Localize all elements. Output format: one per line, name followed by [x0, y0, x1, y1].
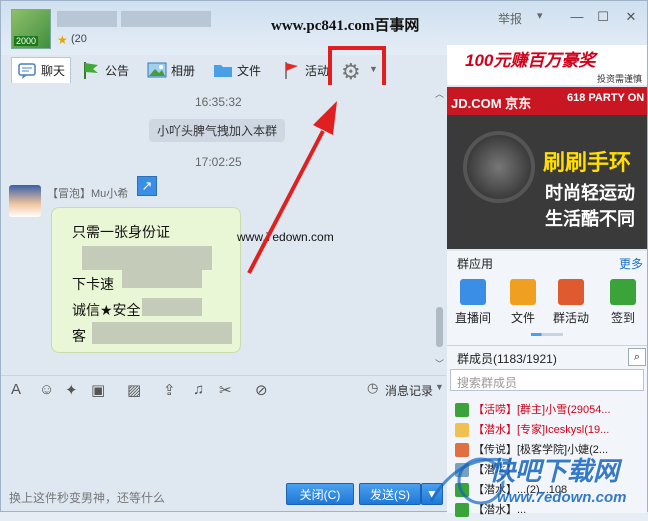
block-icon[interactable]: ⊘	[255, 381, 268, 399]
folder-icon	[510, 279, 536, 305]
ad-banner-top[interactable]: 100元赚百万豪奖 投资需谨慎	[447, 45, 647, 85]
input-toolbar: A ☺ ✦ ▣ ▨ ⇪ ♫ ✂ ⊘ ◷ 消息记录 ▼	[1, 375, 446, 403]
watermark-text: 快吧下载网	[489, 456, 620, 486]
jd-logo-text: JD.COM 京东	[451, 96, 532, 111]
checkmark-icon	[610, 279, 636, 305]
ad-line: 时尚轻运动	[545, 183, 635, 203]
emoji-icon[interactable]: ☺	[39, 381, 54, 398]
upload-icon[interactable]: ⇪	[163, 381, 176, 399]
message-input[interactable]	[1, 403, 446, 479]
gift-icon[interactable]: ▣	[91, 381, 105, 399]
apps-title: 群应用	[457, 257, 494, 271]
music-icon[interactable]: ♫	[193, 381, 204, 398]
history-button[interactable]: 消息记录	[385, 382, 433, 399]
app-label: 签到	[610, 311, 635, 325]
close-button[interactable]: 关闭(C)	[286, 483, 354, 505]
ad-hint[interactable]: 换上这件秒变男神，还等什么	[9, 489, 165, 506]
more-link[interactable]: 更多	[619, 255, 643, 272]
member-icon	[455, 403, 469, 418]
app-label: 直播间	[454, 311, 491, 325]
member-name: 【活唠】[群主]小雪(29054...	[473, 404, 611, 416]
members-title: 群成员(1183/1921)	[457, 352, 557, 366]
app-live[interactable]: 直播间	[453, 279, 493, 326]
ad-line: 刷刷手环	[543, 150, 632, 175]
watermark-url: www.7edown.com	[497, 489, 627, 506]
member-name: 【潜水】[专家]Iceskysl(19...	[473, 424, 610, 436]
send-button[interactable]: 发送(S)	[359, 483, 421, 505]
app-files[interactable]: 文件	[503, 279, 543, 326]
search-input[interactable]: 搜索群成员	[450, 369, 644, 391]
chevron-down-icon[interactable]: ▼	[435, 382, 444, 392]
app-activity[interactable]: 群活动	[551, 279, 591, 326]
search-icon[interactable]: ⌕	[628, 348, 646, 366]
list-item[interactable]: 【活唠】[群主]小雪(29054...	[455, 401, 611, 421]
page-indicator[interactable]	[531, 333, 563, 336]
app-label: 群活动	[552, 311, 589, 325]
image-icon[interactable]: ▨	[127, 381, 141, 399]
member-icon	[455, 423, 469, 438]
chat-window: 2000 ★ (20 www.pc841.com百事网 举报 ▾ — ☐ ✕ 聊…	[0, 0, 648, 518]
app-label: 文件	[510, 311, 535, 325]
list-item[interactable]: 【潜水】[专家]Iceskysl(19...	[455, 421, 609, 441]
party-text: 618 PARTY ON	[567, 92, 645, 104]
watch-image	[463, 131, 535, 203]
scissors-icon[interactable]: ✂	[219, 381, 232, 399]
ad-headline: 100元赚百万豪奖	[465, 51, 596, 70]
ad-line: 生活酷不同	[545, 209, 635, 229]
ad-banner-jd[interactable]: JD.COM 京东 618 PARTY ON 刷刷手环 时尚轻运动 生活酷不同	[447, 87, 647, 249]
clock-icon: ◷	[367, 380, 379, 395]
activity-icon	[558, 279, 584, 305]
bottom-bar: 换上这件秒变男神，还等什么 关闭(C) 发送(S) ▼	[1, 479, 446, 513]
tv-icon	[460, 279, 486, 305]
ad-disclaimer: 投资需谨慎	[597, 74, 643, 84]
search-placeholder: 搜索群成员	[457, 376, 518, 390]
font-icon[interactable]: A	[11, 381, 21, 398]
magic-icon[interactable]: ✦	[65, 381, 78, 399]
members-header: 群成员(1183/1921) ⌕	[447, 345, 647, 367]
app-checkin[interactable]: 签到	[603, 279, 643, 326]
